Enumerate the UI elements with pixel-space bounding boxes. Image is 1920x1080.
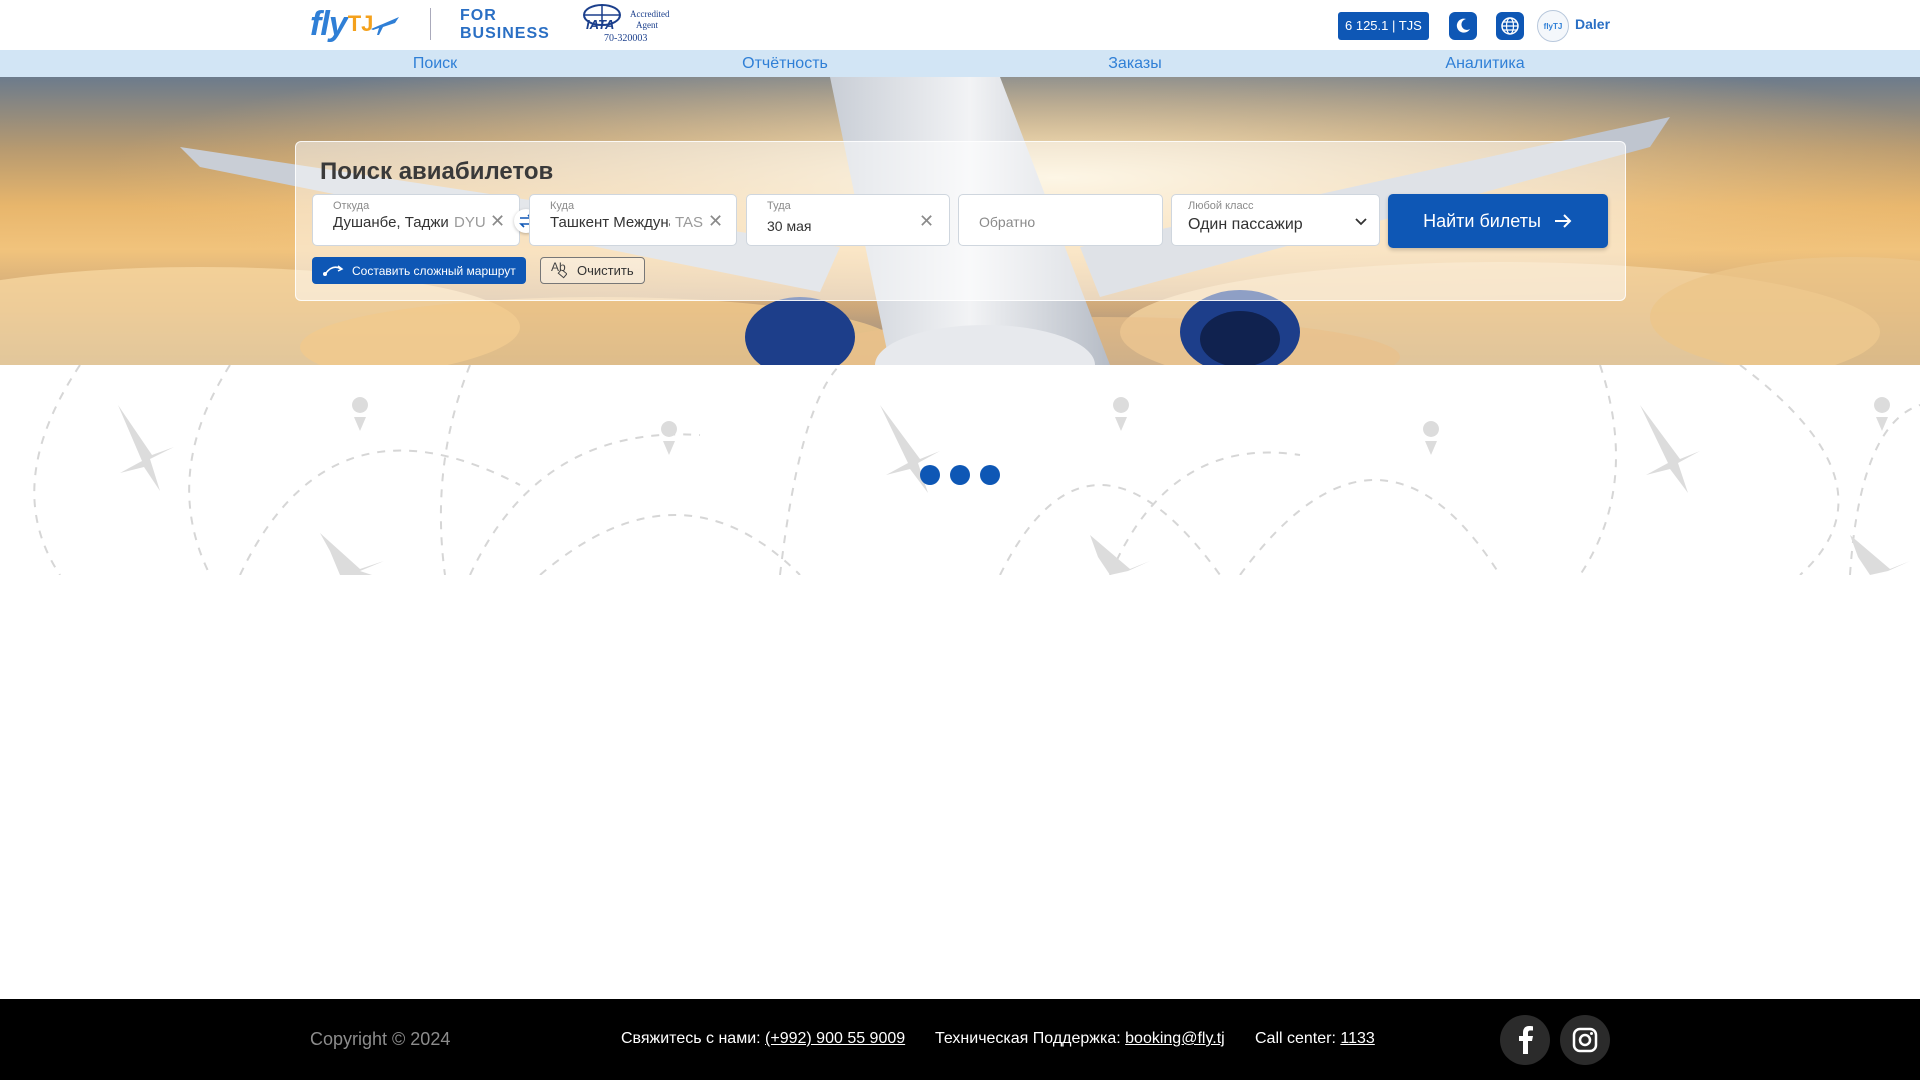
contact-phone-link[interactable]: (+992) 900 55 9009 [765, 1030, 905, 1047]
iata-badge: IATA Accredited Agent 70-320003 [580, 3, 672, 45]
fly-tj-logo[interactable]: fly TJ [310, 2, 401, 46]
logo-text: fly [310, 4, 348, 43]
balance-badge[interactable]: 6 125.1 | TJS [1338, 12, 1429, 40]
from-clear-icon[interactable]: ✕ [490, 211, 505, 232]
chevron-down-icon [1355, 218, 1367, 226]
to-label: Куда [550, 200, 575, 212]
iata-label: IATA [586, 17, 615, 32]
contact-info: Свяжитесь с нами: (+992) 900 55 9009 [621, 1030, 905, 1048]
instagram-button[interactable] [1560, 1015, 1610, 1065]
from-label: Откуда [333, 200, 370, 212]
to-field[interactable]: Куда Ташкент Международный TAS ✕ [529, 194, 737, 246]
flight-search-form: Поиск авиабилетов Откуда Душанбе, Таджик… [295, 141, 1626, 301]
for-business-label: FOR BUSINESS [460, 7, 550, 43]
complex-route-button[interactable]: Составить сложный маршрут [312, 257, 526, 284]
arrow-right-icon [1554, 214, 1572, 228]
depart-value: 30 мая [767, 218, 812, 234]
nav-item-reports[interactable]: Отчётность [610, 50, 960, 77]
clear-form-label: Очистить [577, 263, 634, 278]
to-code: TAS [675, 214, 704, 231]
language-button[interactable] [1496, 12, 1524, 40]
username[interactable]: Daler [1575, 16, 1610, 32]
depart-clear-icon[interactable]: ✕ [919, 211, 934, 232]
support-info: Техническая Поддержка: booking@fly.tj [935, 1030, 1225, 1048]
support-label: Техническая Поддержка: [935, 1030, 1121, 1047]
logo-plane-icon [371, 17, 400, 35]
facebook-icon [1519, 1026, 1533, 1054]
depart-date-field[interactable]: Туда 30 мая ✕ [746, 194, 950, 246]
loading-dot-1 [920, 465, 940, 485]
business-line-1: FOR [460, 7, 497, 24]
callcenter-number-link[interactable]: 1133 [1340, 1030, 1374, 1047]
class-label: Любой класс [1188, 200, 1254, 212]
moon-icon [1456, 18, 1470, 33]
from-code: DYU [454, 214, 486, 231]
business-line-2: BUSINESS [460, 25, 550, 42]
nav-item-search[interactable]: Поиск [260, 50, 610, 77]
complex-route-label: Составить сложный маршрут [352, 263, 516, 278]
copyright-text: Copyright © 2024 [310, 1029, 451, 1049]
iata-accredited: Accredited [630, 9, 670, 19]
main-nav: Поиск Отчётность Заказы Аналитика [0, 50, 1920, 77]
callcenter-info: Call center: 1133 [1255, 1030, 1375, 1048]
route-icon [323, 264, 344, 276]
nav-item-analytics[interactable]: Аналитика [1310, 50, 1660, 77]
search-title: Поиск авиабилетов [320, 158, 554, 185]
instagram-icon [1572, 1027, 1598, 1053]
globe-icon [1501, 17, 1519, 35]
avatar[interactable]: flyTJ [1537, 10, 1569, 42]
passengers-value: Один пассажир [1188, 216, 1303, 233]
contact-label: Свяжитесь с нами: [621, 1030, 761, 1047]
iata-code: 70-320003 [604, 33, 648, 44]
from-field[interactable]: Откуда Душанбе, Таджикистан DYU ✕ [312, 194, 520, 246]
to-value: Ташкент Международный [550, 214, 670, 231]
header: fly TJ FOR BUSINESS IATA Accredited Agen… [0, 0, 1920, 50]
support-email-link[interactable]: booking@fly.tj [1125, 1030, 1225, 1047]
clear-form-button[interactable]: Ab Очистить [540, 257, 645, 284]
loading-dot-3 [980, 465, 1000, 485]
footer: Copyright © 2024 Свяжитесь с нами: (+992… [0, 999, 1920, 1080]
return-placeholder: Обратно [979, 214, 1036, 230]
from-value: Душанбе, Таджикистан [333, 214, 449, 231]
to-clear-icon[interactable]: ✕ [708, 211, 723, 232]
facebook-button[interactable] [1500, 1015, 1550, 1065]
find-tickets-label: Найти билеты [1423, 210, 1541, 231]
depart-label: Туда [767, 200, 791, 212]
passengers-class-select[interactable]: Любой класс Один пассажир [1171, 194, 1380, 246]
header-divider [430, 8, 431, 40]
nav-item-orders[interactable]: Заказы [960, 50, 1310, 77]
iata-agent: Agent [636, 20, 658, 30]
theme-toggle-button[interactable] [1449, 12, 1477, 40]
eraser-icon: Ab [551, 260, 569, 280]
find-tickets-button[interactable]: Найти билеты [1388, 194, 1608, 248]
callcenter-label: Call center: [1255, 1030, 1336, 1047]
return-date-field[interactable]: Обратно [958, 194, 1163, 246]
loading-dot-2 [950, 465, 970, 485]
